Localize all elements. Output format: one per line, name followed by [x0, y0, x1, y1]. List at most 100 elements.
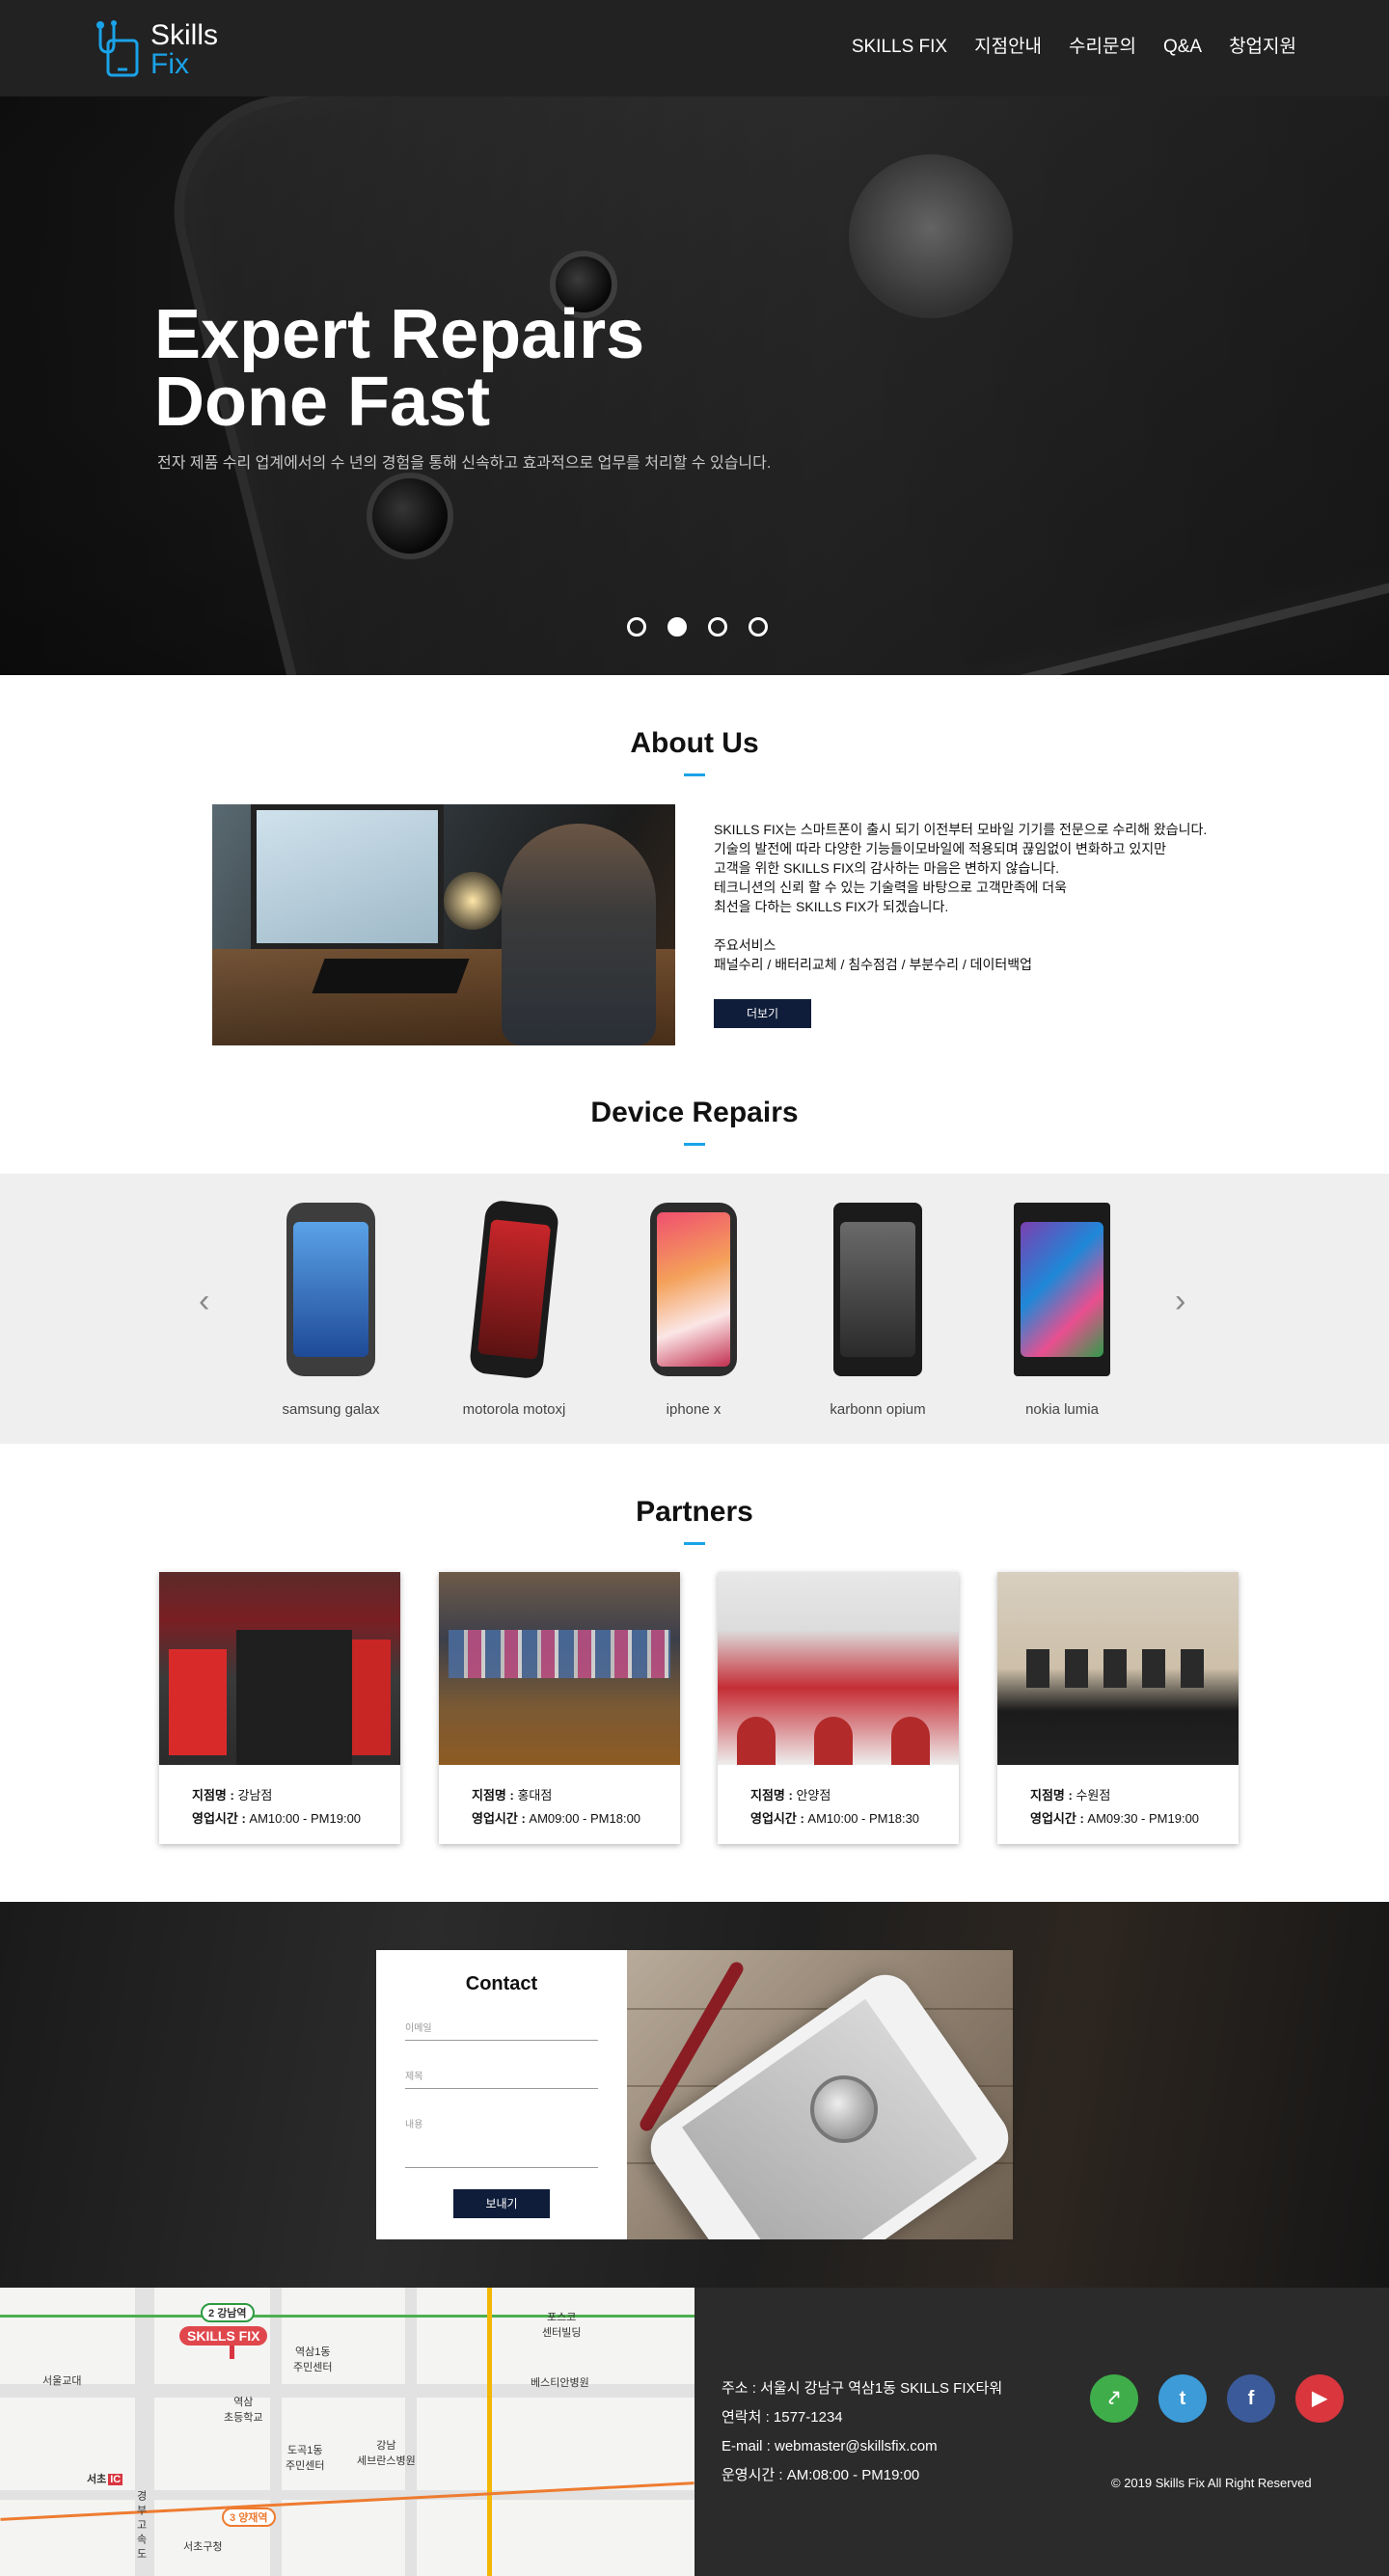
- branch-hours: AM09:30 - PM19:00: [1087, 1811, 1200, 1826]
- nav-branches[interactable]: 지점안내: [974, 34, 1042, 61]
- partner-photo-anyang: [718, 1572, 959, 1765]
- slider-dot-1[interactable]: [627, 617, 646, 637]
- map-label-posco: 포스코 센터빌딩: [542, 2312, 582, 2339]
- map-label-ic: IC: [108, 2474, 123, 2485]
- twitter-icon[interactable]: t: [1158, 2374, 1207, 2423]
- about-text: SKILLS FIX는 스마트폰이 출시 되기 이전부터 모바일 기기를 전문으…: [714, 820, 1254, 974]
- copyright: © 2019 Skills Fix All Right Reserved: [1111, 2476, 1312, 2490]
- branch-hours: AM09:00 - PM18:00: [529, 1811, 641, 1826]
- nav-qna[interactable]: Q&A: [1163, 34, 1202, 61]
- technician-figure: [502, 824, 656, 1045]
- partner-card[interactable]: 지점명 : 안양점 영업시간 : AM10:00 - PM18:30: [718, 1572, 959, 1844]
- map-label-yangjae: 양재역: [238, 2512, 268, 2524]
- nav-skills-fix[interactable]: SKILLS FIX: [852, 34, 947, 61]
- device-image-karbonn: [833, 1203, 922, 1376]
- device-item[interactable]: motorola motoxj: [422, 1199, 606, 1418]
- partner-card[interactable]: 지점명 : 강남점 영업시간 : AM10:00 - PM19:00: [159, 1572, 400, 1844]
- device-image-motorola: [468, 1199, 560, 1380]
- device-item[interactable]: samsung galax: [239, 1203, 422, 1418]
- monitor-shape: [251, 804, 444, 949]
- line-number: 3: [230, 2512, 236, 2524]
- devices-title-underline: [684, 1143, 705, 1146]
- chevron-left-icon[interactable]: ‹: [199, 1285, 209, 1317]
- device-image-nokia: [1014, 1203, 1110, 1376]
- site-footer: 주소 : 서울시 강남구 역삼1동 SKILLS FIX타워 연락처 : 157…: [694, 2288, 1389, 2576]
- services-list: 패널수리 / 배터리교체 / 침수점검 / 부분수리 / 데이터백업: [714, 957, 1033, 972]
- partner-card[interactable]: 지점명 : 수원점 영업시간 : AM09:30 - PM19:00: [997, 1572, 1239, 1844]
- footer-email[interactable]: E-mail : webmaster@skillsfix.com: [722, 2432, 1002, 2461]
- partner-card[interactable]: 지점명 : 홍대점 영업시간 : AM09:00 - PM18:00: [439, 1572, 680, 1844]
- site-header: Skills Fix SKILLS FIX 지점안내 수리문의 Q&A 창업지원: [0, 0, 1389, 96]
- branch-hours-label: 영업시간 :: [192, 1811, 246, 1826]
- device-label: samsung galax: [282, 1401, 380, 1418]
- footer-hours: 운영시간 : AM:08:00 - PM19:00: [722, 2467, 920, 2483]
- keyboard-shape: [312, 959, 470, 993]
- branch-name: 홍대점: [517, 1788, 553, 1803]
- device-carousel: ‹ › samsung galax motorola motoxj iphone…: [0, 1174, 1389, 1444]
- slider-dot-2[interactable]: [667, 617, 687, 637]
- map-label-yeoksam-school: 역삼 초등학교: [224, 2397, 263, 2424]
- stethoscope-icon: [810, 2075, 878, 2143]
- facebook-icon[interactable]: f: [1227, 2374, 1275, 2423]
- devices-title: Device Repairs: [590, 1097, 799, 1128]
- about-title-underline: [684, 773, 705, 776]
- partner-photo-gangnam: [159, 1572, 400, 1765]
- branch-hours-label: 영업시간 :: [472, 1811, 526, 1826]
- device-label: motorola motoxj: [462, 1401, 566, 1418]
- branch-hours: AM10:00 - PM18:30: [807, 1811, 920, 1826]
- hero-slider: Expert Repairs Done Fast 전자 제품 수리 업계에서의 …: [0, 96, 1389, 675]
- map-label-dogok: 도곡1동 주민센터: [286, 2445, 325, 2472]
- map-label-seocho-office: 서초구청: [183, 2541, 223, 2553]
- email-field[interactable]: 이메일: [405, 2020, 598, 2041]
- device-label: karbonn opium: [830, 1401, 926, 1418]
- subject-field[interactable]: 제목: [405, 2068, 598, 2089]
- slider-dot-3[interactable]: [708, 617, 727, 637]
- partner-photo-hongdae: [439, 1572, 680, 1765]
- chevron-right-icon[interactable]: ›: [1175, 1285, 1185, 1317]
- nav-franchise[interactable]: 창업지원: [1229, 34, 1296, 61]
- branch-name-label: 지점명 :: [1030, 1788, 1073, 1803]
- partners-title-underline: [684, 1542, 705, 1545]
- contact-title: Contact: [465, 1973, 538, 1994]
- main-nav: SKILLS FIX 지점안내 수리문의 Q&A 창업지원: [852, 34, 1296, 61]
- message-field[interactable]: 내용: [405, 2116, 598, 2168]
- lamp-glow: [444, 872, 502, 930]
- device-item[interactable]: karbonn opium: [786, 1203, 969, 1418]
- slider-dots: [627, 617, 768, 637]
- more-button[interactable]: 더보기: [714, 999, 811, 1028]
- logo-icon: [96, 20, 139, 77]
- map-label-gangnam-hospital: 강남 세브란스병원: [357, 2440, 416, 2467]
- map-label-highway: 경부고속도: [135, 2490, 147, 2562]
- device-image-samsung: [286, 1203, 375, 1376]
- map-brand-marker[interactable]: SKILLS FIX: [179, 2326, 268, 2346]
- branch-name-label: 지점명 :: [472, 1788, 514, 1803]
- contact-section: Contact 이메일 제목 내용 보내기: [0, 1902, 1389, 2288]
- map-pin-icon: [230, 2346, 234, 2359]
- footer-address: 주소 : 서울시 강남구 역삼1동 SKILLS FIX타워: [722, 2380, 1003, 2397]
- branch-name-label: 지점명 :: [750, 1788, 793, 1803]
- branch-name: 강남점: [237, 1788, 273, 1803]
- map-label-yeoksam-center: 역삼1동 주민센터: [293, 2346, 333, 2373]
- device-item[interactable]: nokia lumia: [970, 1203, 1154, 1418]
- hero-subtitle: 전자 제품 수리 업계에서의 수 년의 경험을 통해 신속하고 효과적으로 업무…: [157, 455, 772, 472]
- logo[interactable]: Skills Fix: [95, 17, 230, 79]
- footer-phone: 연락처 : 1577-1234: [722, 2409, 843, 2426]
- branch-hours-label: 영업시간 :: [1030, 1811, 1084, 1826]
- send-button[interactable]: 보내기: [453, 2189, 550, 2218]
- nav-repair-inquiry[interactable]: 수리문의: [1069, 34, 1136, 61]
- map-label-bestian: 베스티안병원: [531, 2377, 589, 2389]
- partners-title: Partners: [636, 1496, 753, 1528]
- location-map[interactable]: 2 강남역 SKILLS FIX 역삼1동 주민센터 포스코 센터빌딩 서울교대…: [0, 2288, 694, 2576]
- device-label: iphone x: [666, 1401, 722, 1418]
- about-title: About Us: [630, 727, 759, 759]
- branch-hours: AM10:00 - PM19:00: [249, 1811, 362, 1826]
- branch-hours-label: 영업시간 :: [750, 1811, 804, 1826]
- contact-form: Contact 이메일 제목 내용 보내기: [376, 1950, 627, 2239]
- map-label-seocho: 서초: [87, 2474, 107, 2485]
- youtube-icon[interactable]: ▶: [1295, 2374, 1344, 2423]
- device-image-iphone: [650, 1203, 737, 1376]
- device-label: nokia lumia: [1025, 1401, 1099, 1418]
- share-icon[interactable]: ⤤: [1090, 2374, 1138, 2423]
- device-item[interactable]: iphone x: [602, 1203, 785, 1418]
- slider-dot-4[interactable]: [749, 617, 768, 637]
